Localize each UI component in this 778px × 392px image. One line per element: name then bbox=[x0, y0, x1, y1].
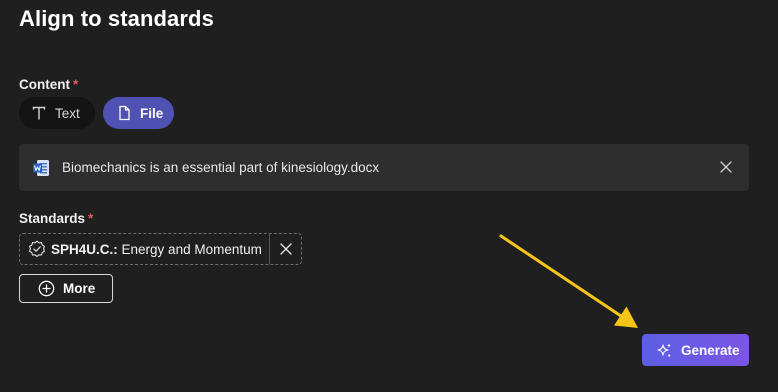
content-option-text[interactable]: Text bbox=[19, 97, 95, 129]
standard-name: Energy and Momentum bbox=[121, 241, 262, 257]
word-document-icon bbox=[32, 159, 50, 177]
attached-file-card: Biomechanics is an essential part of kin… bbox=[19, 144, 749, 191]
content-label: Content * bbox=[19, 77, 78, 92]
required-marker: * bbox=[73, 77, 79, 92]
content-label-text: Content bbox=[19, 77, 70, 92]
generate-button[interactable]: Generate bbox=[642, 334, 749, 366]
generate-button-label: Generate bbox=[681, 342, 740, 358]
more-button-label: More bbox=[63, 281, 96, 296]
page-title: Align to standards bbox=[19, 6, 214, 31]
file-icon bbox=[116, 105, 132, 121]
standards-label: Standards * bbox=[19, 211, 93, 226]
remove-file-icon[interactable] bbox=[719, 160, 733, 174]
standard-chip-text: SPH4U.C.: Energy and Momentum bbox=[51, 242, 262, 257]
verified-badge-icon bbox=[28, 240, 46, 258]
text-icon bbox=[31, 105, 47, 121]
standard-chip: SPH4U.C.: Energy and Momentum bbox=[19, 233, 302, 265]
more-standards-button[interactable]: More bbox=[19, 274, 113, 303]
standards-label-text: Standards bbox=[19, 211, 86, 226]
required-marker: * bbox=[88, 211, 94, 226]
annotation-arrow-icon bbox=[499, 234, 638, 328]
content-option-text-label: Text bbox=[55, 105, 80, 121]
close-icon bbox=[280, 243, 292, 255]
remove-standard-button[interactable] bbox=[270, 234, 302, 264]
add-circle-icon bbox=[38, 280, 55, 297]
content-option-file-label: File bbox=[140, 105, 164, 121]
standard-code: SPH4U.C.: bbox=[51, 241, 118, 257]
attached-file-name: Biomechanics is an essential part of kin… bbox=[62, 160, 380, 175]
content-option-file[interactable]: File bbox=[103, 97, 174, 129]
sparkle-icon bbox=[656, 342, 673, 359]
